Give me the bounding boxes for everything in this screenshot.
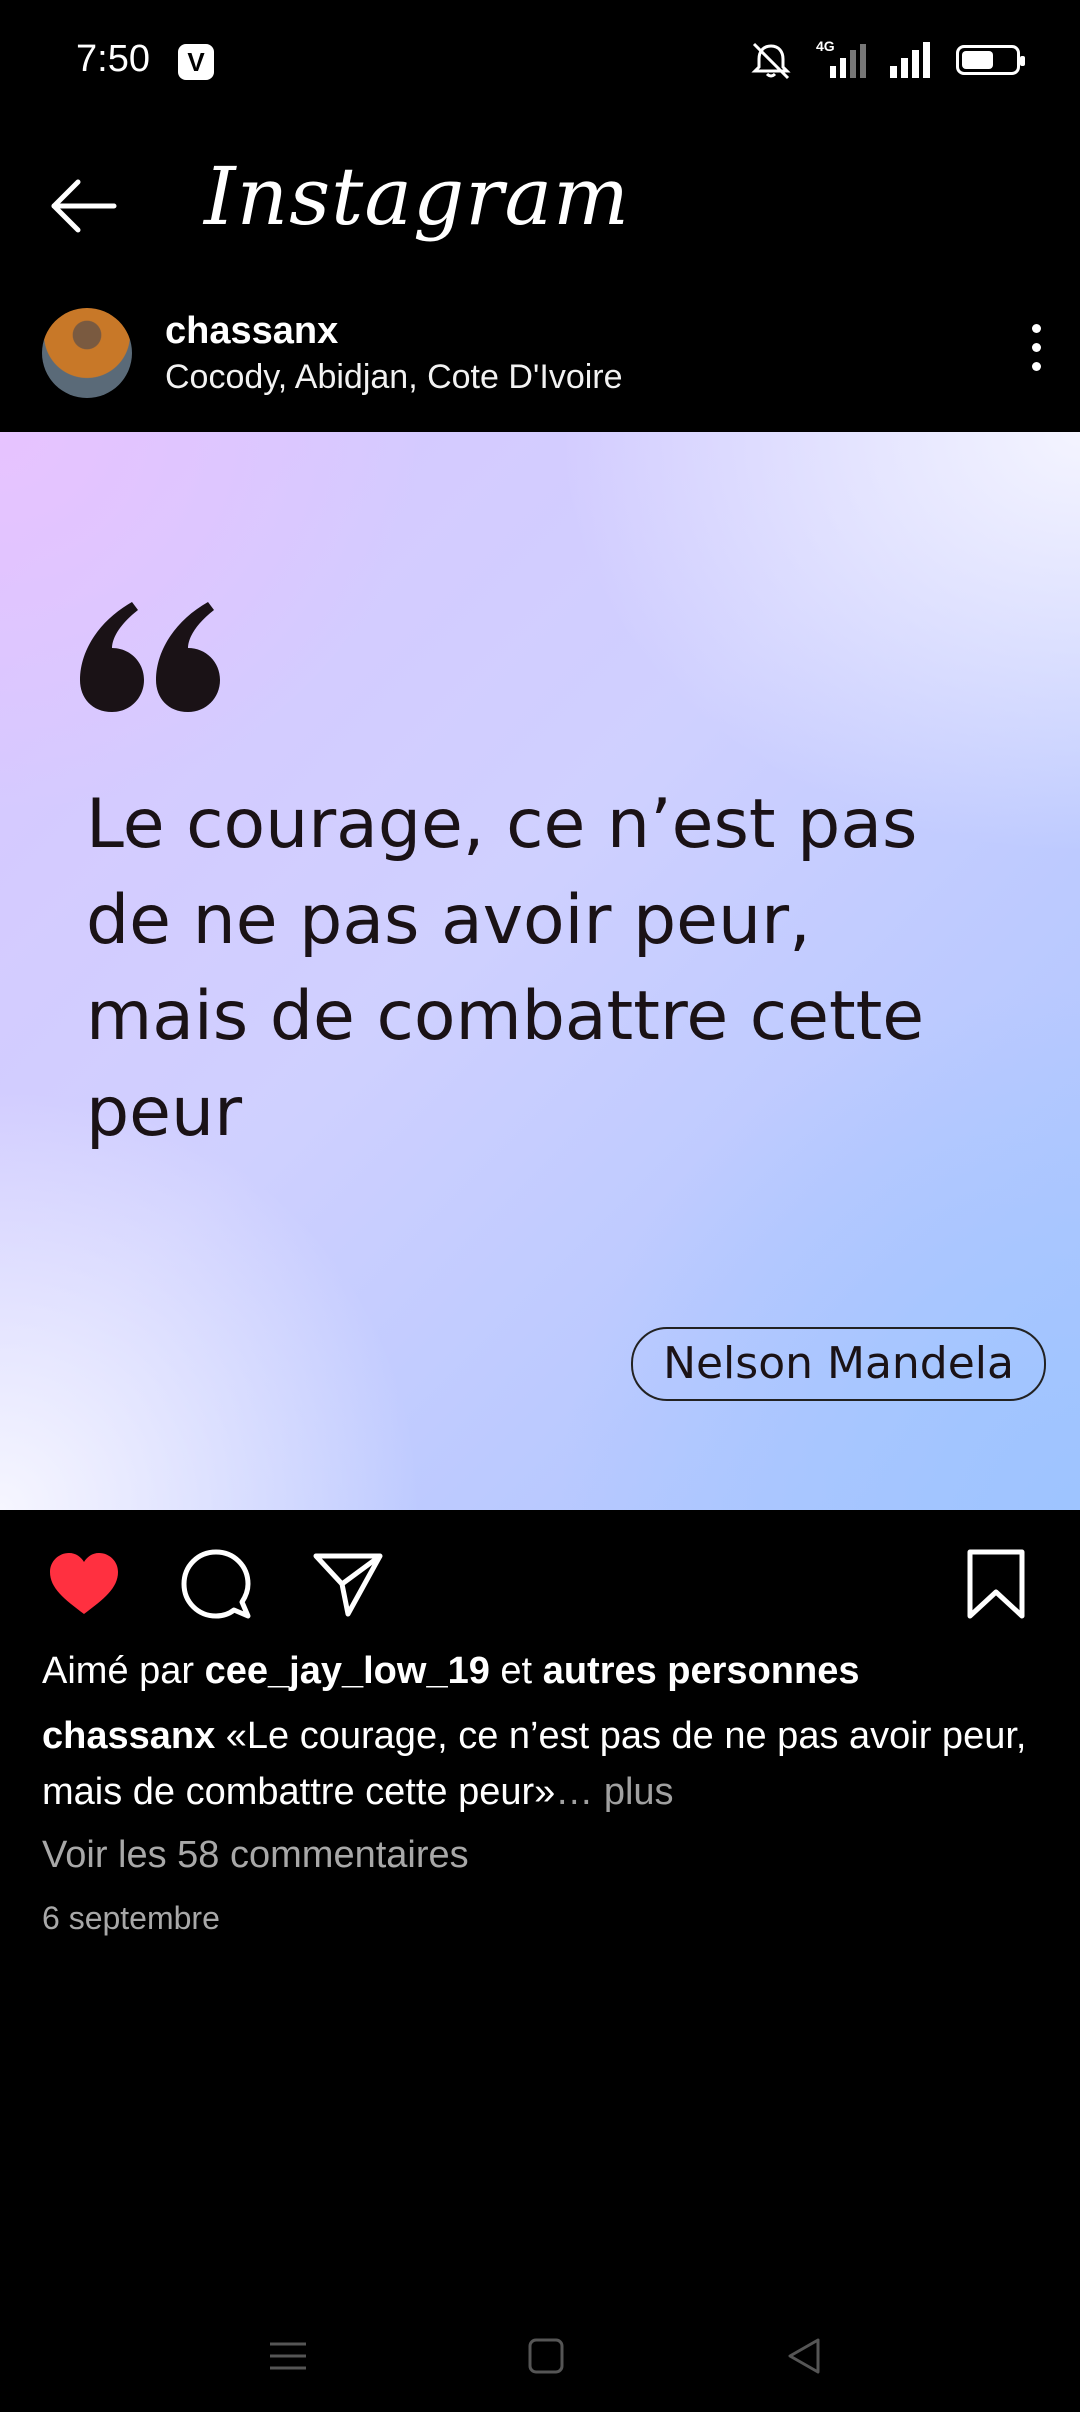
post-image[interactable]: Le courage, ce n’est pas de ne pas avoir… [0, 432, 1080, 1510]
status-time: 7:50 [76, 38, 150, 80]
lte-signal-icon: 4G [816, 38, 866, 80]
menu-nav-icon[interactable] [260, 2328, 316, 2384]
post-caption: chassanx «Le courage, ce n’est pas de ne… [42, 1708, 1042, 1820]
post-header: chassanx Cocody, Abidjan, Cote D'Ivoire [0, 300, 1080, 430]
like-button[interactable] [44, 1544, 124, 1624]
status-icons: 4G [748, 38, 1025, 80]
comment-icon [181, 1549, 251, 1619]
heart-icon [50, 1553, 118, 1614]
post-username[interactable]: chassanx [165, 310, 338, 353]
battery-icon [956, 45, 1025, 75]
app-badge-icon: V [178, 44, 214, 80]
system-nav-bar [0, 2300, 1080, 2412]
app-header: Instagram [0, 120, 1080, 290]
send-icon [313, 1553, 383, 1617]
status-bar: 7:50 V 4G [0, 0, 1080, 120]
likes-and: et [500, 1650, 533, 1692]
avatar[interactable] [42, 308, 132, 398]
share-button[interactable] [308, 1544, 388, 1624]
quote-text: Le courage, ce n’est pas de ne pas avoir… [86, 785, 925, 1152]
likes-summary[interactable]: Aimé par cee_jay_low_19 et autres person… [42, 1650, 859, 1693]
quote-author: Nelson Mandela [631, 1327, 1046, 1401]
post-actions [0, 1512, 1080, 1652]
caption-more-link[interactable]: … plus [555, 1771, 673, 1813]
caption-author[interactable]: chassanx [42, 1715, 215, 1757]
quote-mark-icon [80, 602, 220, 712]
view-comments-link[interactable]: Voir les 58 commentaires [42, 1834, 469, 1877]
comment-button[interactable] [176, 1544, 256, 1624]
home-nav-icon[interactable] [518, 2328, 574, 2384]
battery-level [962, 51, 994, 69]
back-nav-icon[interactable] [776, 2328, 832, 2384]
back-arrow-icon[interactable] [48, 170, 120, 242]
instagram-logo: Instagram [204, 150, 631, 243]
signal-icon [890, 42, 930, 78]
likes-others[interactable]: autres personnes [543, 1650, 860, 1692]
likes-user[interactable]: cee_jay_low_19 [205, 1650, 490, 1692]
bookmark-icon [967, 1549, 1025, 1619]
likes-prefix: Aimé par [42, 1650, 195, 1692]
more-options-icon[interactable] [1022, 320, 1050, 382]
save-button[interactable] [956, 1544, 1036, 1624]
post-date: 6 septembre [42, 1900, 220, 1936]
post-location[interactable]: Cocody, Abidjan, Cote D'Ivoire [165, 358, 623, 397]
mute-icon [751, 42, 791, 80]
